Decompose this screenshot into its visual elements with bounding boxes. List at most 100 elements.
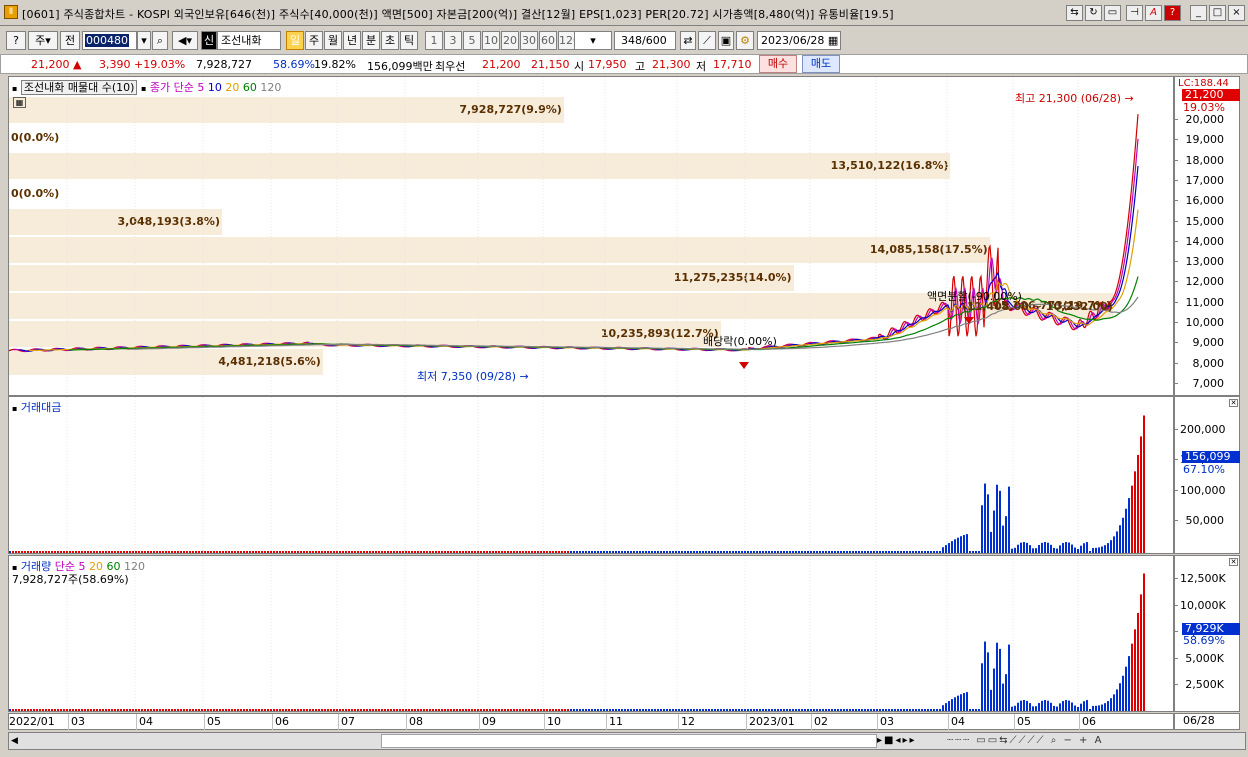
sell-button[interactable]: 매도 [802, 55, 840, 73]
playback-controls[interactable]: ▸■◂▸▸ [877, 734, 941, 748]
x-tick-label: 07 [341, 715, 355, 728]
question-icon[interactable]: ? [6, 31, 26, 50]
volume-bar [93, 709, 95, 711]
interval-button-2[interactable]: 5 [463, 31, 481, 50]
volume-bar [711, 709, 713, 711]
volume-bar [513, 709, 515, 711]
period-tab-0[interactable]: 일 [286, 31, 304, 50]
zoom-tools[interactable]: ┈┈┈ ▭▭⇆⟋⟋⟋⟋ ⌕ − + A [947, 734, 1247, 748]
panel-close-icon[interactable]: ✕ [1229, 399, 1238, 407]
volume-bar [42, 709, 44, 711]
volume-bar [984, 641, 986, 711]
link-icon[interactable]: ⇆ [1066, 5, 1083, 21]
amount-bar [1047, 542, 1049, 553]
period-tab-1[interactable]: 주 [305, 31, 323, 50]
trade-amount: 156,099백만 [367, 60, 433, 73]
save-icon[interactable]: ▣ [718, 31, 734, 50]
panel-close-icon[interactable]: ✕ [1229, 558, 1238, 566]
date-field[interactable]: 2023/06/28 ▦ [757, 31, 841, 50]
period-tab-3[interactable]: 년 [343, 31, 361, 50]
volume-bar [216, 709, 218, 711]
volume-bar [45, 709, 47, 711]
interval-button-6[interactable]: 60 [539, 31, 557, 50]
prev-button[interactable]: 전 [60, 31, 80, 50]
code-input[interactable]: 000480 [82, 31, 137, 50]
volume-bar [678, 709, 680, 711]
volume-bar [339, 709, 341, 711]
amount-bar [648, 551, 650, 553]
line-tool-icon[interactable]: ⟋ [698, 31, 716, 50]
y-tick-mark [1174, 684, 1178, 686]
buy-button[interactable]: 매수 [759, 55, 797, 73]
period-tab-6[interactable]: 틱 [400, 31, 418, 50]
x-grid-tick [479, 714, 480, 730]
amount-bar [1032, 548, 1034, 553]
count-field[interactable]: 348/600 [614, 31, 676, 50]
scroll-thumb[interactable] [381, 734, 877, 748]
window-icon[interactable]: ▭ [1104, 5, 1121, 21]
interval-button-5[interactable]: 30 [520, 31, 538, 50]
amount-bar [237, 551, 239, 553]
interval-button-4[interactable]: 20 [501, 31, 519, 50]
volume-bar [807, 709, 809, 711]
close-button[interactable]: × [1228, 5, 1245, 21]
count-select[interactable]: ▾ [574, 31, 612, 50]
volume-bar [333, 709, 335, 711]
table-icon[interactable]: ▦ [13, 97, 26, 108]
minimize-button[interactable]: _ [1190, 5, 1207, 21]
y-tick-mark [1174, 578, 1178, 579]
speaker-icon[interactable]: ◀▾ [172, 31, 198, 50]
compare-icon[interactable]: ⇄ [680, 31, 696, 50]
period-unit-select[interactable]: 주▾ [28, 31, 58, 50]
current-price: 21,200 ▲ [31, 58, 82, 71]
horizontal-scrollbar[interactable]: ◀ ▸■◂▸▸ ┈┈┈ ▭▭⇆⟋⟋⟋⟋ ⌕ − + A [8, 732, 1246, 750]
x-grid-tick [68, 714, 69, 730]
help-icon[interactable]: ? [1164, 5, 1181, 21]
current-price-pct: 19.03% [1183, 101, 1225, 114]
amount-bar [231, 551, 233, 553]
y-tick-mark [1174, 301, 1178, 303]
settings-icon[interactable]: ⚙ [736, 31, 754, 50]
volume-bar [1068, 700, 1070, 711]
font-icon[interactable]: A [1145, 5, 1162, 21]
volume-bar [765, 709, 767, 711]
pin-icon[interactable]: ⊣ [1126, 5, 1143, 21]
volume-bar [1098, 705, 1100, 711]
scroll-left-icon[interactable]: ◀ [11, 734, 23, 748]
volume-bar [834, 709, 836, 711]
interval-button-1[interactable]: 3 [444, 31, 462, 50]
amount-bar [105, 551, 107, 553]
interval-button-0[interactable]: 1 [425, 31, 443, 50]
volume-bar [1017, 702, 1019, 711]
y-tick-label: 15,000 [1185, 214, 1225, 228]
volume-bar [468, 709, 470, 711]
search-icon[interactable]: ⌕ [152, 31, 168, 50]
refresh-icon[interactable]: ↻ [1085, 5, 1102, 21]
interval-button-3[interactable]: 10 [482, 31, 500, 50]
chart-toolbar: ? 주▾ 전 000480 ▾ ⌕ ◀▾ 신 조선내화 일 주 월 년 분 초 틱 1 3 5 10… [0, 28, 1248, 52]
amount-bar [396, 551, 398, 553]
low-price: 17,710 [713, 58, 752, 71]
amount-bar [1137, 454, 1139, 553]
volume-bar [264, 709, 266, 711]
volume-bar [291, 709, 293, 711]
amount-bar [156, 551, 158, 553]
volume-bar [828, 709, 830, 711]
volume-bar [747, 709, 749, 711]
period-tab-4[interactable]: 분 [362, 31, 380, 50]
volume-bar [1107, 701, 1109, 711]
dropdown-icon[interactable]: ▾ [137, 31, 151, 50]
amount-bar [942, 547, 944, 553]
volume-bar [1041, 700, 1043, 711]
high-annotation: 최고 21,300 (06/28) → [1015, 92, 1134, 105]
period-tab-2[interactable]: 월 [324, 31, 342, 50]
y-tick-mark [1174, 362, 1178, 364]
period-tab-5[interactable]: 초 [381, 31, 399, 50]
amount-bar [984, 483, 986, 553]
maximize-button[interactable]: □ [1209, 5, 1226, 21]
low-annotation: 최저 7,350 (09/28) → [417, 370, 529, 383]
volume-bar [177, 709, 179, 711]
x-tick-label: 04 [139, 715, 153, 728]
volume-bar [723, 709, 725, 711]
volume-bar [33, 709, 35, 711]
